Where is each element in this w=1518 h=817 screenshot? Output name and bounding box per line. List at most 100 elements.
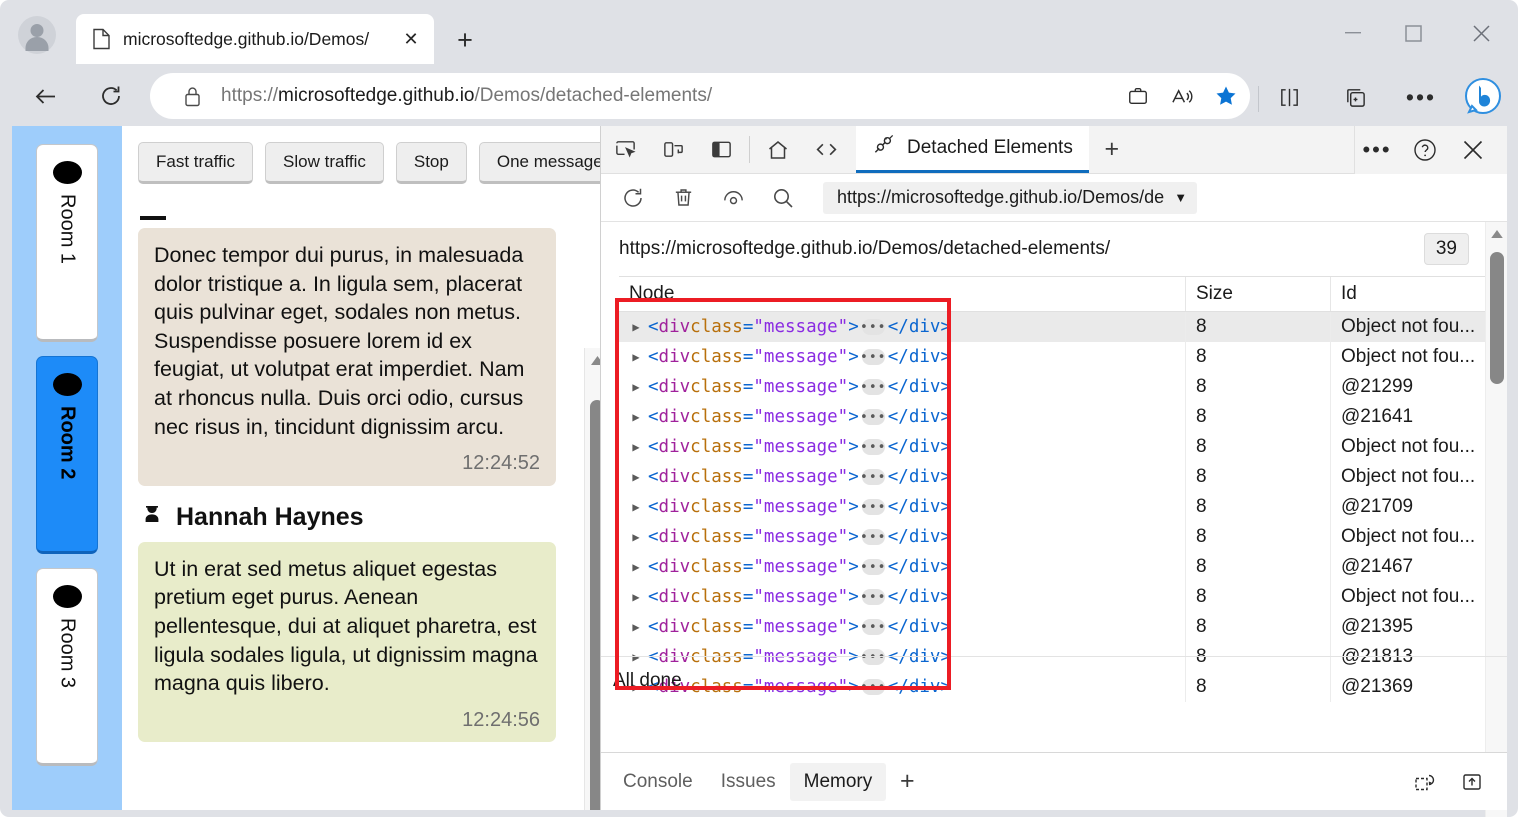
copilot-icon[interactable] bbox=[1460, 74, 1506, 120]
slow-traffic-button[interactable]: Slow traffic bbox=[265, 142, 384, 184]
table-row[interactable]: ▶ < div class = "message" > ••• </div> 8 Object n… bbox=[619, 462, 1485, 492]
cell-node[interactable]: ▶ < div class = "message" > ••• </div> bbox=[619, 612, 1185, 642]
table-row[interactable]: ▶ < div class = "message" > ••• </div> 8 Object n… bbox=[619, 342, 1485, 372]
cell-node[interactable]: ▶ < div class = "message" > ••• </div> bbox=[619, 522, 1185, 552]
cell-node[interactable]: ▶ < div class = "message" > ••• </div> bbox=[619, 342, 1185, 372]
table-row[interactable]: ▶ < div class = "message" > ••• </div> 8 Object n… bbox=[619, 582, 1485, 612]
add-panel-button[interactable]: + bbox=[1089, 126, 1135, 173]
table-row[interactable]: ▶ < div class = "message" > ••• </div> 8 @21641 bbox=[619, 402, 1485, 432]
inspect-element-icon[interactable] bbox=[601, 126, 649, 173]
cell-node[interactable]: ▶ < div class = "message" > ••• </div> bbox=[619, 312, 1185, 342]
chat-scrollbar-thumb[interactable] bbox=[590, 400, 600, 810]
one-message-button[interactable]: One message bbox=[478, 142, 600, 184]
collapsed-children-icon[interactable]: ••• bbox=[860, 619, 886, 635]
drawer-tab-memory[interactable]: Memory bbox=[789, 762, 887, 801]
table-row[interactable]: ▶ < div class = "message" > ••• </div> 8 @21709 bbox=[619, 492, 1485, 522]
expand-triangle-icon[interactable]: ▶ bbox=[629, 500, 643, 514]
room-button-3[interactable]: Room 3 bbox=[36, 568, 98, 766]
restore-drawer-icon[interactable] bbox=[1403, 761, 1445, 803]
window-minimize-button[interactable] bbox=[1330, 14, 1376, 52]
open-in-new-icon[interactable] bbox=[1451, 761, 1493, 803]
cell-node[interactable]: ▶ < div class = "message" > ••• </div> bbox=[619, 582, 1185, 612]
back-button[interactable] bbox=[22, 73, 68, 119]
reload-button[interactable] bbox=[88, 73, 134, 119]
collect-garbage-icon[interactable] bbox=[709, 178, 757, 218]
collapsed-children-icon[interactable]: ••• bbox=[860, 469, 886, 485]
collapsed-children-icon[interactable]: ••• bbox=[860, 349, 886, 365]
cell-node[interactable]: ▶ < div class = "message" > ••• </div> bbox=[619, 372, 1185, 402]
close-tab-icon[interactable]: ✕ bbox=[398, 26, 424, 52]
column-header-size[interactable]: Size bbox=[1185, 277, 1330, 311]
address-bar[interactable]: https://microsoftedge.github.io/Demos/de… bbox=[150, 73, 1250, 119]
cell-size: 8 bbox=[1185, 372, 1330, 402]
collapsed-children-icon[interactable]: ••• bbox=[860, 589, 886, 605]
expand-triangle-icon[interactable]: ▶ bbox=[629, 590, 643, 604]
close-devtools-icon[interactable] bbox=[1451, 128, 1495, 172]
cell-node[interactable]: ▶ < div class = "message" > ••• </div> bbox=[619, 432, 1185, 462]
fast-traffic-button[interactable]: Fast traffic bbox=[138, 142, 254, 184]
new-tab-button[interactable]: + bbox=[448, 24, 482, 56]
expand-triangle-icon[interactable]: ▶ bbox=[629, 440, 643, 454]
expand-triangle-icon[interactable]: ▶ bbox=[629, 320, 643, 334]
browser-settings-icon[interactable]: ••• bbox=[1400, 76, 1442, 118]
collapsed-children-icon[interactable]: ••• bbox=[860, 319, 886, 335]
expand-triangle-icon[interactable]: ▶ bbox=[629, 530, 643, 544]
table-row[interactable]: ▶ < div class = "message" > ••• </div> 8 @21467 bbox=[619, 552, 1485, 582]
devtools-more-icon[interactable]: ••• bbox=[1355, 128, 1399, 172]
expand-triangle-icon[interactable]: ▶ bbox=[629, 560, 643, 574]
cell-node[interactable]: ▶ < div class = "message" > ••• </div> bbox=[619, 552, 1185, 582]
room-button-1[interactable]: Room 1 bbox=[36, 144, 98, 342]
search-icon[interactable] bbox=[759, 178, 807, 218]
add-to-collections-icon[interactable] bbox=[1334, 76, 1376, 118]
collapsed-children-icon[interactable]: ••• bbox=[860, 529, 886, 545]
token-equals: = bbox=[742, 377, 754, 397]
dock-side-icon[interactable] bbox=[697, 126, 745, 173]
table-row[interactable]: ▶ < div class = "message" > ••• </div> 8 Object n… bbox=[619, 522, 1485, 552]
column-header-node[interactable]: Node bbox=[619, 277, 1185, 311]
table-row[interactable]: ▶ < div class = "message" > ••• </div> 8 @21395 bbox=[619, 612, 1485, 642]
home-icon[interactable] bbox=[754, 126, 802, 173]
drawer-tab-issues[interactable]: Issues bbox=[707, 763, 790, 801]
expand-triangle-icon[interactable]: ▶ bbox=[629, 620, 643, 634]
stop-button[interactable]: Stop bbox=[395, 142, 467, 184]
cell-node[interactable]: ▶ < div class = "message" > ••• </div> bbox=[619, 462, 1185, 492]
devtools-scrollbar-thumb[interactable] bbox=[1490, 252, 1504, 384]
profile-avatar[interactable] bbox=[18, 16, 56, 54]
table-row[interactable]: ▶ < div class = "message" > ••• </div> 8 Object n… bbox=[619, 432, 1485, 462]
help-icon[interactable] bbox=[1403, 128, 1447, 172]
table-row[interactable]: ▶ < div class = "message" > ••• </div> 8 Object n… bbox=[619, 312, 1485, 342]
refresh-icon[interactable] bbox=[609, 178, 657, 218]
expand-triangle-icon[interactable]: ▶ bbox=[629, 380, 643, 394]
collapsed-children-icon[interactable]: ••• bbox=[860, 379, 886, 395]
expand-triangle-icon[interactable]: ▶ bbox=[629, 410, 643, 424]
scroll-up-arrow-icon[interactable] bbox=[585, 348, 600, 372]
drawer-tab-console[interactable]: Console bbox=[609, 763, 707, 801]
devtools-scrollbar[interactable] bbox=[1485, 222, 1507, 817]
collapsed-children-icon[interactable]: ••• bbox=[860, 409, 886, 425]
collapsed-children-icon[interactable]: ••• bbox=[860, 439, 886, 455]
collections-icon[interactable] bbox=[1118, 76, 1158, 116]
collapsed-children-icon[interactable]: ••• bbox=[860, 499, 886, 515]
cell-node[interactable]: ▶ < div class = "message" > ••• </div> bbox=[619, 492, 1185, 522]
tab-detached-elements[interactable]: Detached Elements bbox=[856, 126, 1089, 173]
collapsed-children-icon[interactable]: ••• bbox=[860, 559, 886, 575]
expand-triangle-icon[interactable]: ▶ bbox=[629, 470, 643, 484]
browser-tab[interactable]: microsoftedge.github.io/Demos/ ✕ bbox=[76, 14, 434, 64]
url-selector-dropdown[interactable]: https://microsoftedge.github.io/Demos/de… bbox=[823, 181, 1198, 214]
window-maximize-button[interactable] bbox=[1390, 14, 1436, 52]
scroll-up-arrow-icon[interactable] bbox=[1486, 222, 1508, 246]
drawer-add-tab-button[interactable]: + bbox=[886, 767, 928, 796]
table-row[interactable]: ▶ < div class = "message" > ••• </div> 8 @21299 bbox=[619, 372, 1485, 402]
chat-scrollbar[interactable] bbox=[584, 348, 600, 810]
expand-triangle-icon[interactable]: ▶ bbox=[629, 350, 643, 364]
device-emulation-icon[interactable] bbox=[649, 126, 697, 173]
cell-node[interactable]: ▶ < div class = "message" > ••• </div> bbox=[619, 402, 1185, 432]
read-aloud-icon[interactable] bbox=[1162, 76, 1202, 116]
elements-code-icon[interactable] bbox=[802, 126, 850, 173]
delete-trash-icon[interactable] bbox=[659, 178, 707, 218]
window-close-button[interactable] bbox=[1458, 14, 1504, 52]
favorite-star-icon[interactable] bbox=[1206, 76, 1246, 116]
room-button-2[interactable]: Room 2 bbox=[36, 356, 98, 554]
column-header-id[interactable]: Id bbox=[1330, 277, 1485, 311]
split-screen-icon[interactable] bbox=[1268, 76, 1310, 118]
